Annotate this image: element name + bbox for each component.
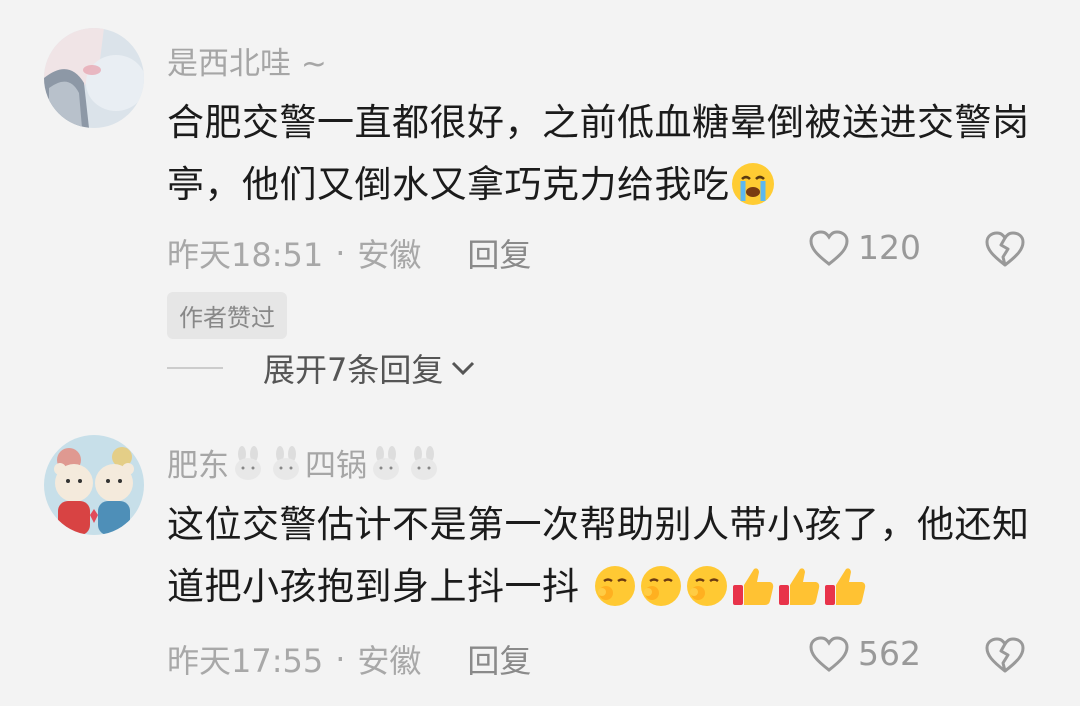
separator: · <box>335 640 346 678</box>
thumbs-up-icon <box>778 567 819 605</box>
reply-button[interactable]: 回复 <box>467 230 531 276</box>
dislike-button[interactable] <box>984 636 1026 678</box>
comment-text: 这位交警估计不是第一次帮助别人带小孩了，他还知道把小孩抱到身上抖一抖 <box>167 503 1030 608</box>
bunny-icon <box>235 445 261 480</box>
broken-heart-icon <box>985 637 1025 673</box>
location: 安徽 <box>357 236 422 274</box>
like-button[interactable]: 120 <box>808 228 921 267</box>
username[interactable]: 肥东 四锅 <box>167 440 443 485</box>
heart-icon <box>809 635 849 672</box>
divider <box>167 367 223 369</box>
comment-text: 合肥交警一直都很好，之前低血糖晕倒被送进交警岗亭，他们又倒水又拿巧克力给我吃 <box>167 101 1030 206</box>
heart-icon <box>809 229 849 266</box>
timestamp: 昨天17:55 <box>167 642 324 680</box>
dislike-button[interactable] <box>984 230 1026 272</box>
separator: · <box>335 234 346 272</box>
thumbs-up-icon <box>824 567 865 605</box>
bunny-icon <box>273 445 299 480</box>
like-button[interactable]: 562 <box>808 634 921 673</box>
thumbs-up-icon <box>732 567 773 605</box>
like-count: 120 <box>858 228 921 267</box>
like-count: 562 <box>858 634 921 673</box>
expand-replies-button[interactable]: 展开7条回复 <box>167 345 477 391</box>
smirk-face-icon <box>686 565 727 606</box>
username[interactable]: 是西北哇 ~ <box>167 38 327 83</box>
bunny-icon <box>373 445 399 480</box>
smirk-face-icon <box>594 565 635 606</box>
comment-item: 肥东 四锅 这位交警估计不是第一次帮助别人带小孩了，他还知道把小孩抱到身上抖一抖… <box>0 400 1080 706</box>
emoji-group <box>580 565 868 608</box>
reply-button[interactable]: 回复 <box>467 636 531 682</box>
comment-meta: 昨天17:55 · 安徽 回复 <box>167 636 531 682</box>
location: 安徽 <box>357 642 422 680</box>
chevron-down-icon <box>452 361 475 376</box>
comment-item: 是西北哇 ~ 合肥交警一直都很好，之前低血糖晕倒被送进交警岗亭，他们又倒水又拿巧… <box>0 0 1080 400</box>
timestamp: 昨天18:51 <box>167 236 324 274</box>
author-liked-badge: 作者赞过 <box>167 292 287 339</box>
avatar[interactable] <box>44 28 144 128</box>
crying-face-icon <box>731 162 774 205</box>
avatar[interactable] <box>44 435 144 535</box>
smirk-face-icon <box>640 565 681 606</box>
bunny-icon <box>411 445 437 480</box>
comment-meta: 昨天18:51 · 安徽 回复 <box>167 230 531 276</box>
broken-heart-icon <box>985 231 1025 267</box>
